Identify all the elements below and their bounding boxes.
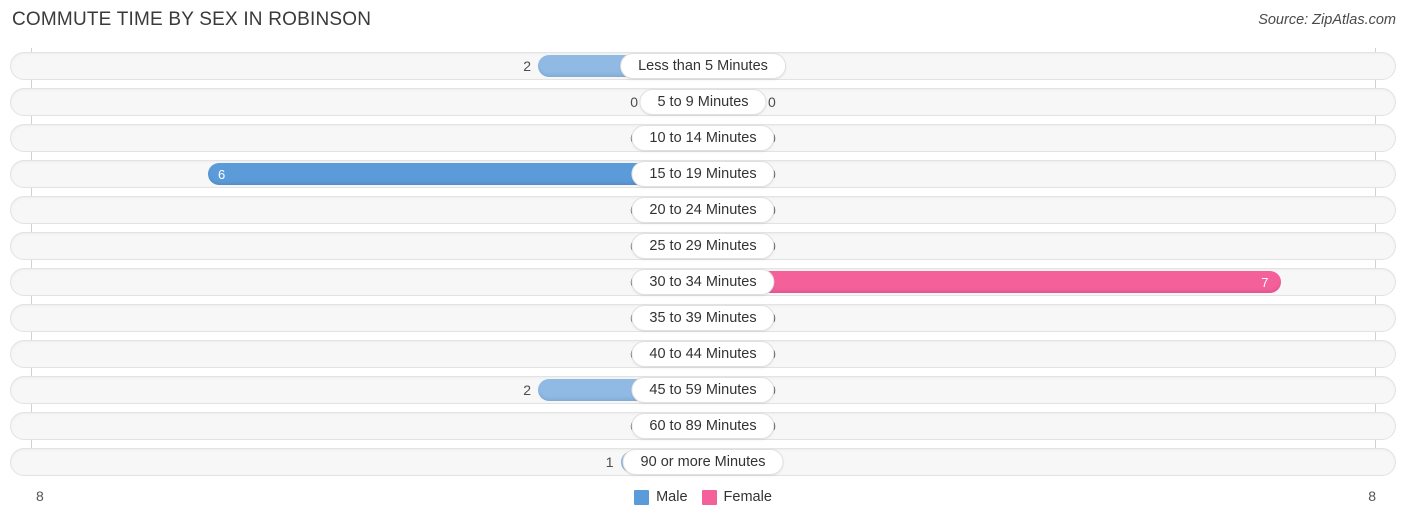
male-side: 2 [43, 376, 703, 404]
male-side: 0 [43, 340, 703, 368]
row-bars: 1 090 or more Minutes [31, 448, 1375, 476]
row-bars: 0040 to 44 Minutes [31, 340, 1375, 368]
female-side: 0 [703, 412, 1363, 440]
table-row[interactable]: 0020 to 24 Minutes [0, 192, 1406, 228]
category-label: 10 to 14 Minutes [631, 125, 775, 151]
page-title: COMMUTE TIME BY SEX IN ROBINSON [12, 9, 372, 30]
category-label: 35 to 39 Minutes [631, 305, 775, 331]
source-attribution: Source: ZipAtlas.com [1258, 12, 1396, 28]
category-label: Less than 5 Minutes [620, 53, 786, 79]
female-side: 0 [703, 124, 1363, 152]
female-side: 0 [703, 448, 1363, 476]
male-value-label: 2 [523, 58, 531, 74]
chart-footer: 8 8 Male Female [0, 482, 1406, 522]
chart-legend: Male Female [0, 489, 1406, 505]
male-side: 2 [43, 52, 703, 80]
table-row[interactable]: 2 0Less than 5 Minutes [0, 48, 1406, 84]
table-row[interactable]: 0035 to 39 Minutes [0, 300, 1406, 336]
male-side: 0 [43, 304, 703, 332]
male-side: 0 [43, 232, 703, 260]
category-label: 30 to 34 Minutes [631, 269, 775, 295]
category-label: 45 to 59 Minutes [631, 377, 775, 403]
legend-item[interactable]: Female [701, 489, 772, 505]
male-value-label: 1 [605, 454, 614, 470]
category-label: 5 to 9 Minutes [639, 89, 767, 115]
table-row[interactable]: 1 090 or more Minutes [0, 444, 1406, 480]
female-side: 0 [703, 52, 1363, 80]
female-value-inline: 7 [1261, 274, 1269, 290]
row-bars: 0035 to 39 Minutes [31, 304, 1375, 332]
legend-item[interactable]: Male [634, 489, 688, 505]
category-label: 25 to 29 Minutes [631, 233, 775, 259]
female-side: 0 [703, 376, 1363, 404]
female-side: 7 [703, 268, 1363, 296]
table-row[interactable]: 0040 to 44 Minutes [0, 336, 1406, 372]
row-bars: 2 0Less than 5 Minutes [31, 52, 1375, 80]
chart-plot-area: 20Less than 5 Minutes005 to 9 Minutes001… [0, 48, 1406, 482]
category-label: 60 to 89 Minutes [631, 413, 775, 439]
female-value-label: 0 [768, 94, 776, 110]
row-bars: 0060 to 89 Minutes [31, 412, 1375, 440]
female-side: 0 [703, 304, 1363, 332]
table-row[interactable]: 0 05 to 9 Minutes [0, 84, 1406, 120]
male-side: 0 [43, 268, 703, 296]
table-row[interactable]: 0060 to 89 Minutes [0, 408, 1406, 444]
row-bars: 6 015 to 19 Minutes [31, 160, 1375, 188]
row-bars: 2 045 to 59 Minutes [31, 376, 1375, 404]
female-side: 0 [703, 88, 1363, 116]
row-bars: 0 7 30 to 34 Minutes [31, 268, 1375, 296]
table-row[interactable]: 0 7 30 to 34 Minutes [0, 264, 1406, 300]
category-label: 40 to 44 Minutes [631, 341, 775, 367]
legend-label: Female [723, 489, 772, 505]
row-bars: 0 05 to 9 Minutes [31, 88, 1375, 116]
table-row[interactable]: 0010 to 14 Minutes [0, 120, 1406, 156]
table-row[interactable]: 0025 to 29 Minutes [0, 228, 1406, 264]
female-side: 0 [703, 160, 1363, 188]
category-label: 90 or more Minutes [622, 449, 784, 475]
male-side: 1 [43, 448, 703, 476]
table-row[interactable]: 6 015 to 19 Minutes [0, 156, 1406, 192]
male-value-label: 0 [630, 94, 638, 110]
row-bars: 0010 to 14 Minutes [31, 124, 1375, 152]
category-label: 15 to 19 Minutes [631, 161, 775, 187]
male-side: 0 [43, 88, 703, 116]
legend-label: Male [656, 489, 688, 505]
table-row[interactable]: 2 045 to 59 Minutes [0, 372, 1406, 408]
legend-swatch-icon [634, 489, 650, 505]
row-bars: 0020 to 24 Minutes [31, 196, 1375, 224]
legend-swatch-icon [701, 489, 717, 505]
bar-rows-container: 20Less than 5 Minutes005 to 9 Minutes001… [0, 48, 1406, 480]
chart-header: COMMUTE TIME BY SEX IN ROBINSON Source: … [0, 0, 1406, 44]
category-label: 20 to 24 Minutes [631, 197, 775, 223]
male-side: 6 [43, 160, 703, 188]
female-side: 0 [703, 340, 1363, 368]
female-bar[interactable]: 7 [703, 271, 1281, 293]
male-side: 0 [43, 124, 703, 152]
male-bar[interactable]: 6 [208, 163, 703, 185]
male-side: 0 [43, 412, 703, 440]
male-side: 0 [43, 196, 703, 224]
male-value-label: 2 [523, 382, 531, 398]
row-bars: 0025 to 29 Minutes [31, 232, 1375, 260]
female-side: 0 [703, 196, 1363, 224]
male-value-inline: 6 [218, 166, 226, 182]
female-side: 0 [703, 232, 1363, 260]
